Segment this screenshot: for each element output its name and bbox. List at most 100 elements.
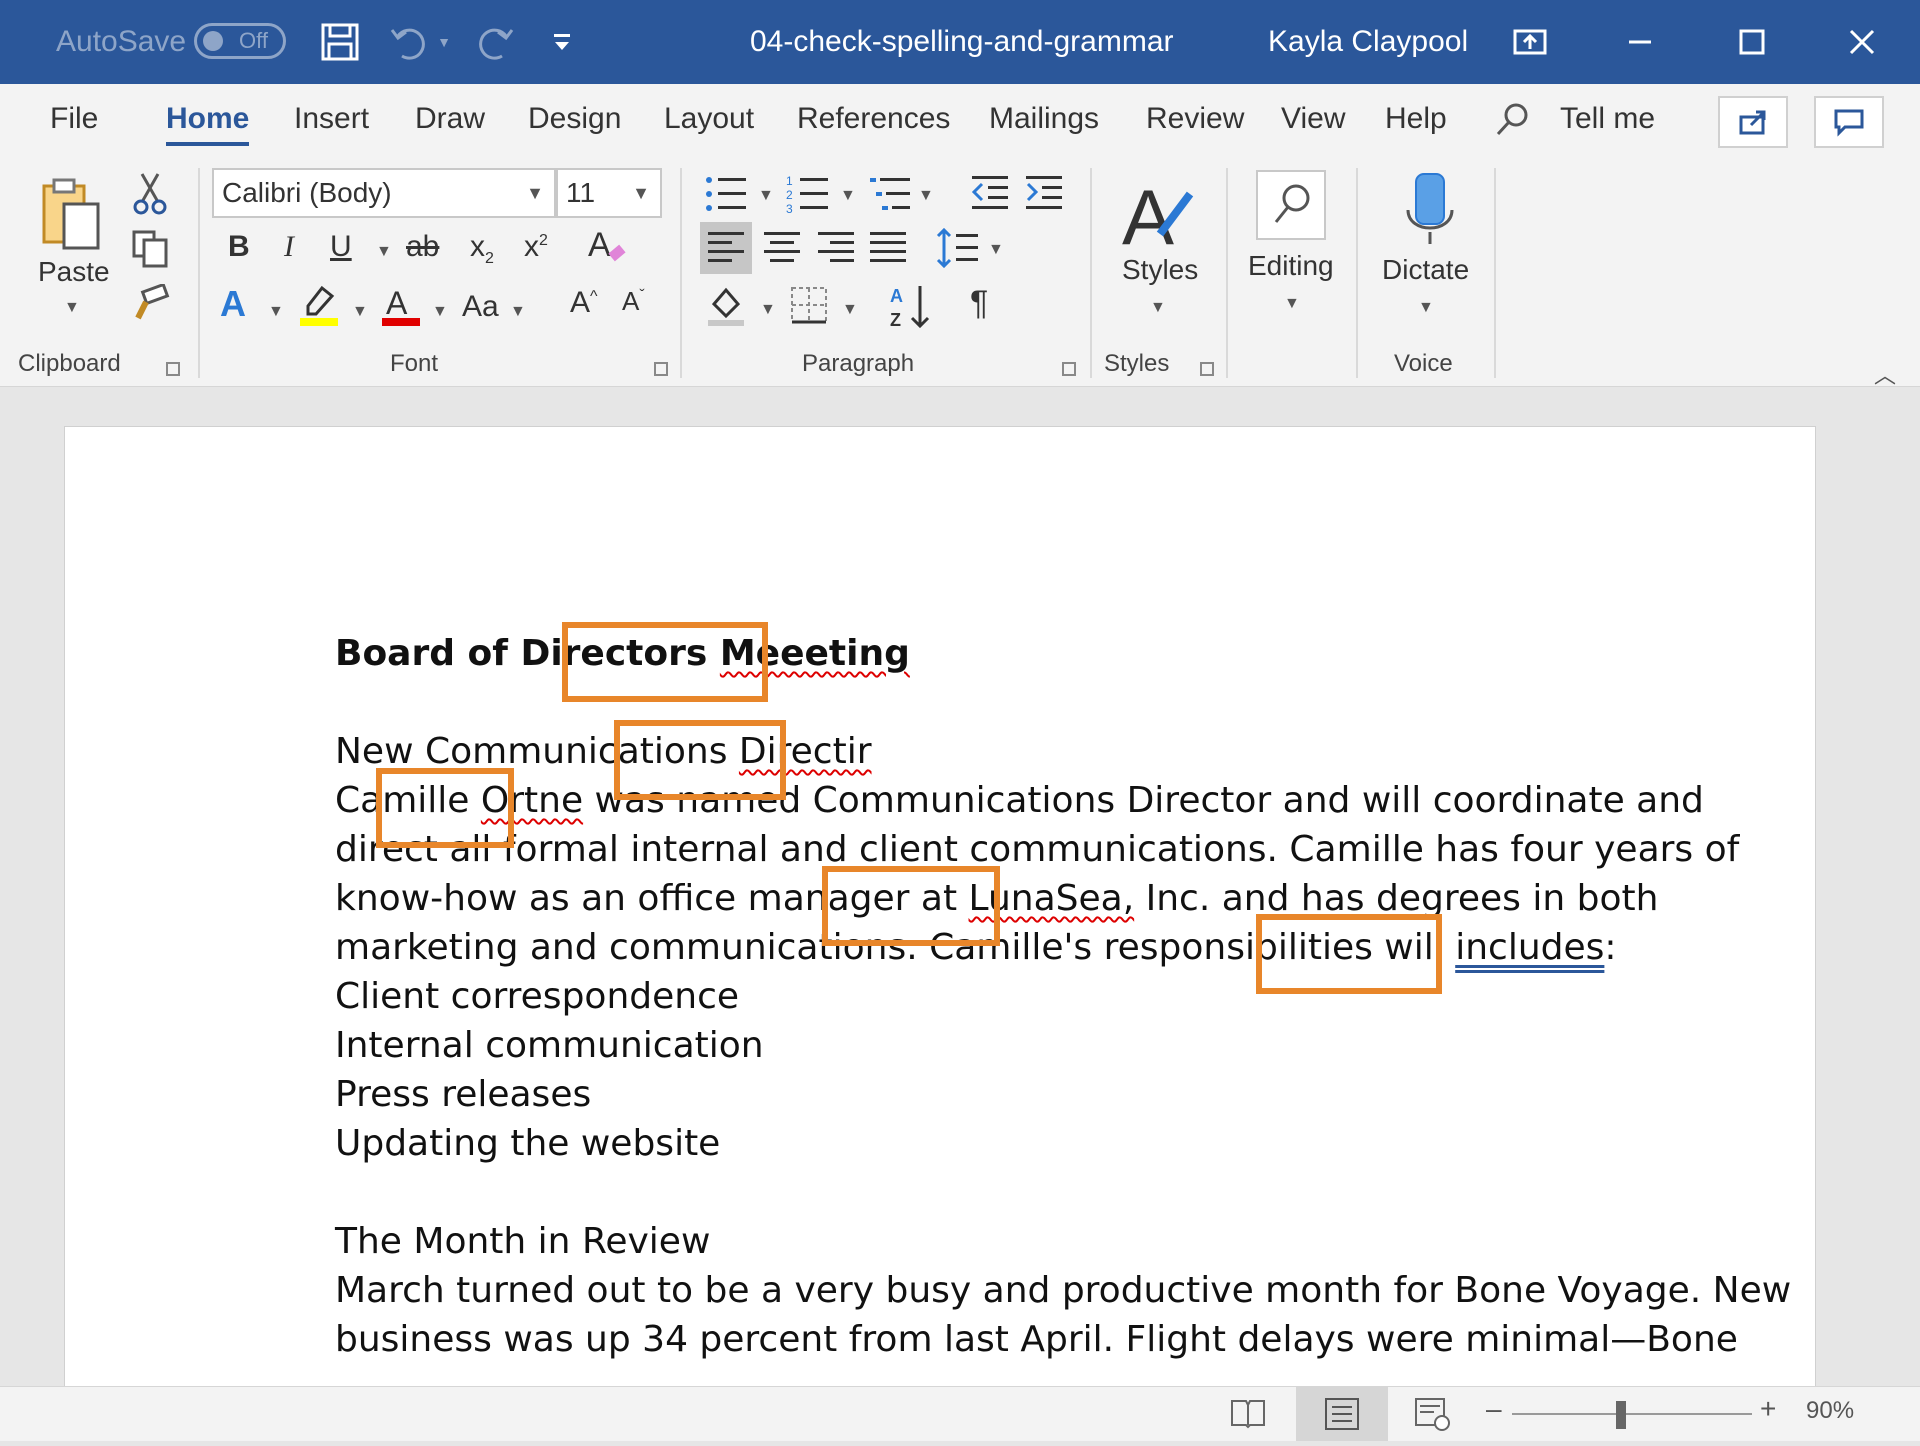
chevron-down-icon: ▼	[526, 183, 544, 203]
paste-label[interactable]: Paste	[38, 258, 110, 286]
editing-label[interactable]: Editing	[1248, 252, 1334, 280]
decrease-indent-icon[interactable]	[970, 174, 1010, 215]
align-left-icon	[708, 232, 744, 262]
borders-icon[interactable]	[788, 284, 832, 333]
clipboard-dialog-launcher[interactable]	[166, 362, 180, 376]
tell-me-search-icon[interactable]	[1494, 100, 1532, 143]
bullets-dropdown-icon[interactable]: ▼	[758, 188, 774, 204]
undo-icon[interactable]	[386, 18, 434, 66]
share-button[interactable]	[1718, 96, 1788, 148]
change-case-dropdown-icon[interactable]: ▼	[510, 304, 526, 320]
web-layout-icon[interactable]	[1412, 1395, 1452, 1438]
list-item: Internal communication	[335, 1025, 764, 1066]
paste-icon	[42, 178, 100, 250]
print-layout-button[interactable]	[1296, 1387, 1388, 1441]
font-dialog-launcher[interactable]	[654, 362, 668, 376]
multilevel-list-icon[interactable]	[868, 174, 912, 219]
underline-icon[interactable]: U	[330, 232, 352, 262]
undo-dropdown-icon[interactable]: ▼	[432, 18, 456, 66]
tab-file[interactable]: File	[50, 102, 98, 136]
zoom-slider-thumb[interactable]	[1616, 1401, 1626, 1429]
strikethrough-icon[interactable]: ab	[406, 232, 439, 262]
underline-dropdown-icon[interactable]: ▼	[376, 244, 392, 260]
text-effects-icon[interactable]: A	[220, 286, 246, 322]
numbering-icon[interactable]: 123	[786, 174, 830, 219]
justify-icon[interactable]	[862, 222, 914, 279]
annotation-highlight-box	[1256, 914, 1442, 994]
bold-icon[interactable]: B	[228, 232, 250, 262]
shrink-font-icon[interactable]: Aˇ	[622, 288, 645, 314]
font-color-icon[interactable]: A	[380, 284, 424, 333]
align-left-button[interactable]	[700, 222, 752, 274]
styles-label[interactable]: Styles	[1122, 256, 1198, 284]
tab-insert[interactable]: Insert	[294, 102, 369, 136]
user-name[interactable]: Kayla Claypool	[1268, 0, 1468, 84]
increase-indent-icon[interactable]	[1024, 174, 1064, 215]
highlight-color-icon[interactable]	[298, 284, 342, 333]
font-name-combo[interactable]: Calibri (Body) ▼	[212, 168, 556, 218]
minimize-icon[interactable]	[1616, 18, 1664, 66]
paste-dropdown-icon[interactable]: ▼	[64, 300, 80, 316]
tab-layout[interactable]: Layout	[664, 102, 754, 136]
editing-button[interactable]	[1256, 170, 1326, 240]
change-case-label[interactable]: Aa	[462, 292, 499, 322]
copy-icon[interactable]	[130, 228, 170, 273]
read-mode-icon[interactable]	[1228, 1395, 1268, 1436]
cut-icon[interactable]	[132, 172, 168, 221]
format-painter-icon[interactable]	[130, 282, 170, 329]
grammar-error-word[interactable]: includes	[1455, 927, 1604, 968]
tab-review[interactable]: Review	[1146, 102, 1244, 136]
maximize-icon[interactable]	[1728, 18, 1776, 66]
styles-icon[interactable]: A	[1120, 173, 1200, 261]
show-formatting-marks-icon[interactable]: ¶	[970, 286, 988, 320]
save-icon[interactable]	[316, 18, 364, 66]
tab-draw[interactable]: Draw	[415, 102, 485, 136]
collapse-ribbon-icon[interactable]: ︿	[1874, 358, 1896, 390]
editing-dropdown-icon[interactable]: ▼	[1284, 296, 1300, 312]
redo-icon[interactable]	[470, 18, 518, 66]
zoom-level[interactable]: 90%	[1806, 1397, 1854, 1425]
sort-icon[interactable]: AZ	[888, 282, 932, 335]
close-icon[interactable]	[1838, 18, 1886, 66]
shading-dropdown-icon[interactable]: ▼	[760, 302, 776, 318]
customize-qat-icon[interactable]	[540, 18, 584, 66]
tab-view[interactable]: View	[1281, 102, 1345, 136]
italic-icon[interactable]: I	[284, 232, 294, 262]
font-size-combo[interactable]: 11 ▼	[556, 168, 662, 218]
clear-formatting-icon[interactable]: A	[586, 224, 630, 273]
grow-font-icon[interactable]: A^	[570, 288, 598, 318]
line-spacing-icon[interactable]	[936, 226, 980, 275]
autosave-toggle[interactable]: Off	[194, 23, 286, 59]
align-right-icon[interactable]	[810, 222, 862, 279]
line-spacing-dropdown-icon[interactable]: ▼	[988, 242, 1004, 258]
styles-dialog-launcher[interactable]	[1200, 362, 1214, 376]
borders-dropdown-icon[interactable]: ▼	[842, 302, 858, 318]
align-center-icon[interactable]	[756, 222, 808, 279]
bullets-icon[interactable]	[704, 174, 748, 219]
zoom-slider-track[interactable]	[1512, 1413, 1752, 1415]
font-color-dropdown-icon[interactable]: ▼	[432, 304, 448, 320]
superscript-icon[interactable]: x2	[524, 232, 548, 262]
zoom-in-icon[interactable]: +	[1760, 1393, 1776, 1425]
numbering-dropdown-icon[interactable]: ▼	[840, 188, 856, 204]
multilevel-dropdown-icon[interactable]: ▼	[918, 188, 934, 204]
dictate-label[interactable]: Dictate	[1382, 256, 1469, 284]
highlight-dropdown-icon[interactable]: ▼	[352, 304, 368, 320]
tab-help[interactable]: Help	[1385, 102, 1447, 136]
shading-icon[interactable]	[706, 284, 750, 333]
tab-design[interactable]: Design	[528, 102, 621, 136]
tab-home[interactable]: Home	[166, 102, 250, 146]
ribbon-display-options-icon[interactable]	[1506, 18, 1554, 66]
comments-button[interactable]	[1814, 96, 1884, 148]
tab-references[interactable]: References	[797, 102, 950, 136]
styles-dropdown-icon[interactable]: ▼	[1150, 300, 1166, 316]
paragraph-dialog-launcher[interactable]	[1062, 362, 1076, 376]
text-effects-dropdown-icon[interactable]: ▼	[268, 304, 284, 320]
tab-mailings[interactable]: Mailings	[989, 102, 1099, 136]
tell-me-input[interactable]: Tell me	[1560, 102, 1655, 136]
dictate-dropdown-icon[interactable]: ▼	[1418, 300, 1434, 316]
zoom-out-icon[interactable]: –	[1486, 1393, 1502, 1425]
microphone-icon[interactable]	[1402, 172, 1458, 253]
subscript-icon[interactable]: x2	[470, 232, 494, 267]
font-name-value: Calibri (Body)	[222, 177, 392, 208]
